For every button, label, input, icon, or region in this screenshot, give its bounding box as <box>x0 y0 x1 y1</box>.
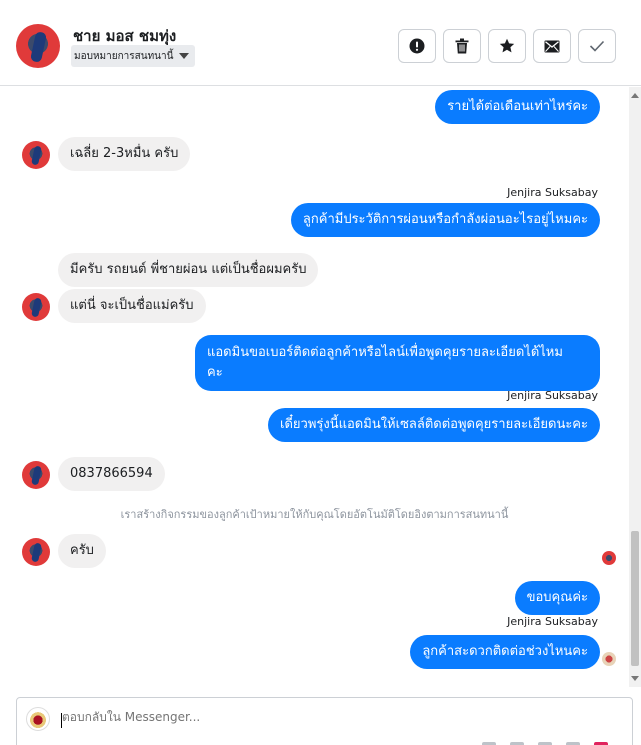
trash-icon <box>455 38 469 54</box>
scroll-up-icon[interactable] <box>631 93 639 98</box>
mark-done-button[interactable] <box>578 29 616 63</box>
message-incoming: เฉลี่ย 2-3หมื่น ครับ <box>58 137 191 171</box>
seen-avatar-icon <box>602 652 616 666</box>
message-outgoing: ขอบคุณค่ะ <box>514 581 600 615</box>
message-outgoing: ลูกค้าสะดวกติดต่อช่วงไหนคะ <box>410 635 600 669</box>
header-action-buttons <box>398 29 616 63</box>
message-thread[interactable]: รายได้ต่อเดือนเท่าไหร่คะ เฉลี่ย 2-3หมื่น… <box>0 87 629 687</box>
scroll-down-icon[interactable] <box>631 676 639 681</box>
mark-spam-button[interactable] <box>398 29 436 63</box>
alert-icon <box>409 38 425 54</box>
reply-composer <box>16 697 633 745</box>
conversation-header: ชาย มอส ชมทุ่ง มอบหมายการสนทนานี้ <box>0 0 641 86</box>
system-note: เราสร้างกิจกรรมของลูกค้าเป้าหมายให้กับคุ… <box>120 508 509 521</box>
message-line: แอดมินขอเบอร์ติดต่อลูกค้าหรือไลน์เพื่อพู… <box>207 345 563 360</box>
message-outgoing: รายได้ต่อเดือนเท่าไหร่คะ <box>435 90 600 124</box>
message-incoming: แต่นี่ จะเป็นชื่อแม่ครับ <box>58 289 206 323</box>
message-incoming: ครับ <box>58 534 106 568</box>
delete-button[interactable] <box>443 29 481 63</box>
sender-name: Jenjira Suksabay <box>507 186 598 199</box>
contact-avatar-small[interactable] <box>22 538 50 566</box>
assign-label: มอบหมายการสนทนานี้ <box>74 50 174 62</box>
contact-avatar-small[interactable] <box>22 461 50 489</box>
sender-name: Jenjira Suksabay <box>507 615 598 628</box>
message-incoming: 0837866594 <box>58 457 165 491</box>
message-line: คะ <box>207 365 223 380</box>
contact-avatar-small[interactable] <box>22 293 50 321</box>
message-incoming: มีครับ รถยนต์ พี่ชายผ่อน แต่เป็นชื่อผมคร… <box>58 253 319 287</box>
message-outgoing: แอดมินขอเบอร์ติดต่อลูกค้าหรือไลน์เพื่อพู… <box>195 335 600 391</box>
reply-input[interactable] <box>62 710 602 724</box>
mark-unread-button[interactable] <box>533 29 571 63</box>
check-icon <box>589 40 605 52</box>
message-outgoing: ลูกค้ามีประวัติการผ่อนหรือกำลังผ่อนอะไรอ… <box>290 203 600 237</box>
contact-avatar-small[interactable] <box>22 141 50 169</box>
sender-name: Jenjira Suksabay <box>507 389 598 402</box>
star-icon <box>499 38 515 53</box>
chat-scrollbar[interactable] <box>629 87 641 687</box>
caret-down-icon <box>179 53 190 59</box>
seen-avatar-icon <box>602 551 616 565</box>
star-button[interactable] <box>488 29 526 63</box>
page-avatar <box>26 707 50 731</box>
envelope-icon <box>544 40 560 52</box>
message-outgoing: เดี๋ยวพรุ่งนี้แอดมินให้เซลล์ติดต่อพูดคุย… <box>268 408 600 442</box>
contact-avatar[interactable] <box>16 24 60 68</box>
assign-conversation-dropdown[interactable]: มอบหมายการสนทนานี้ <box>71 45 196 67</box>
scroll-thumb[interactable] <box>631 531 639 666</box>
